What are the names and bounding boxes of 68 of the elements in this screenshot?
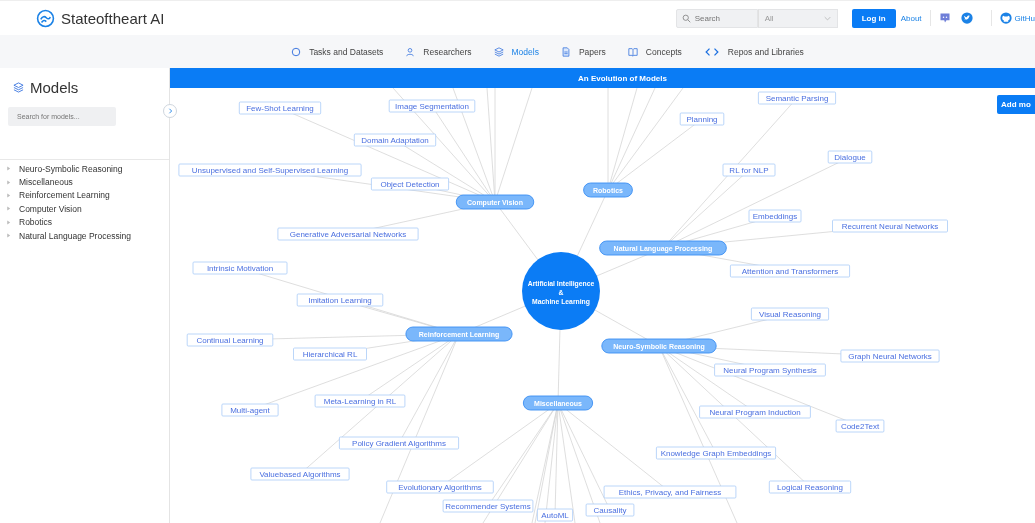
layers-icon: [493, 46, 504, 57]
github-link[interactable]: GitHu: [1014, 13, 1035, 23]
leaf-node[interactable]: AutoML: [537, 508, 573, 522]
leaf-node[interactable]: Hierarchical RL: [293, 347, 367, 361]
leaf-node[interactable]: Unsupervised and Self-Supervised Learning: [178, 163, 362, 177]
leaf-node[interactable]: Continual Learning: [186, 333, 274, 347]
circle-icon: [291, 46, 302, 57]
scope-select[interactable]: All: [757, 8, 838, 28]
leaf-node[interactable]: Intrinsic Motivation: [192, 261, 288, 275]
leaf-node[interactable]: Generative Adversarial Networks: [277, 227, 419, 241]
chevron-right-icon: [167, 108, 173, 114]
graph-title-bar: An Evolution of Models: [170, 68, 1035, 88]
tree-item[interactable]: Miscellaneous: [0, 175, 169, 189]
tree-item[interactable]: Natural Language Processing: [0, 228, 169, 243]
leaf-node[interactable]: Logical Reasoning: [768, 480, 852, 494]
bird-icon[interactable]: [960, 12, 973, 24]
leaf-node[interactable]: Multi-agent: [221, 403, 279, 417]
leaf-node[interactable]: RL for NLP: [722, 163, 776, 177]
leaf-node[interactable]: Valuebased Algorithms: [250, 467, 350, 481]
leaf-node[interactable]: Semantic Parsing: [758, 91, 836, 105]
leaf-node[interactable]: Recommender Systems: [442, 499, 534, 513]
leaf-node[interactable]: Ethics, Privacy, and Fairness: [603, 485, 737, 499]
leaf-node[interactable]: Embeddings: [748, 209, 802, 223]
github-icon[interactable]: [999, 12, 1012, 24]
login-button[interactable]: Log in: [851, 8, 896, 28]
tree-item[interactable]: Computer Vision: [0, 202, 169, 216]
nav-tab[interactable]: Researchers: [405, 46, 472, 57]
tree-item[interactable]: Reinforcement Learning: [0, 188, 169, 203]
leaf-node[interactable]: Code2Text: [835, 419, 885, 433]
leaf-node[interactable]: Attention and Transformers: [730, 264, 850, 278]
code-icon: [703, 46, 720, 57]
leaf-node[interactable]: Neural Program Induction: [699, 405, 811, 419]
add-button[interactable]: Add mo: [997, 95, 1035, 114]
leaf-node[interactable]: Domain Adaptation: [353, 133, 437, 147]
nav-tab[interactable]: Models: [493, 46, 539, 57]
leaf-node[interactable]: Graph Neural Networks: [840, 349, 940, 363]
leaf-node[interactable]: Visual Reasoning: [751, 307, 829, 321]
book-icon: [627, 46, 638, 57]
chat-icon[interactable]: [938, 12, 951, 24]
leaf-node[interactable]: Recurrent Neural Networks: [832, 219, 948, 233]
leaf-node[interactable]: Image Segmentation: [388, 99, 476, 113]
leaf-node[interactable]: Policy Gradient Algorithms: [339, 436, 459, 450]
leaf-node[interactable]: Planning: [679, 112, 725, 126]
nav-tab[interactable]: Papers: [560, 46, 606, 57]
search-field[interactable]: Search: [675, 8, 758, 28]
leaf-node[interactable]: Neural Program Synthesis: [714, 363, 826, 377]
about-link[interactable]: About: [900, 13, 922, 23]
document-icon: [560, 46, 571, 57]
leaf-node[interactable]: Object Detection: [371, 177, 449, 191]
nav-tab[interactable]: Repos and Libraries: [703, 46, 804, 57]
chevron-down-icon: [823, 15, 831, 21]
logo-icon: [36, 8, 55, 28]
search-icon: [681, 13, 691, 23]
tree-item[interactable]: Robotics: [0, 215, 169, 229]
leaf-node[interactable]: Knowledge Graph Embeddings: [656, 446, 776, 460]
tree-item[interactable]: Neuro-Symbolic Reasoning: [0, 162, 169, 176]
leaf-node[interactable]: Meta-Learning in RL: [314, 394, 406, 408]
brand-name[interactable]: Stateoftheart AI: [61, 9, 165, 27]
nav-tab[interactable]: Tasks and Datasets: [291, 46, 384, 57]
leaf-node[interactable]: Imitation Learning: [296, 293, 384, 307]
nav-tab[interactable]: Concepts: [627, 46, 682, 57]
layers-icon: [13, 81, 24, 93]
person-icon: [405, 46, 416, 57]
leaf-node[interactable]: Causality: [585, 503, 635, 517]
leaf-node[interactable]: Evolutionary Algorithms: [386, 480, 494, 494]
leaf-node[interactable]: Dialogue: [827, 150, 873, 164]
sidebar-title: Models: [30, 78, 79, 96]
leaf-node[interactable]: Few-Shot Learning: [238, 101, 322, 115]
